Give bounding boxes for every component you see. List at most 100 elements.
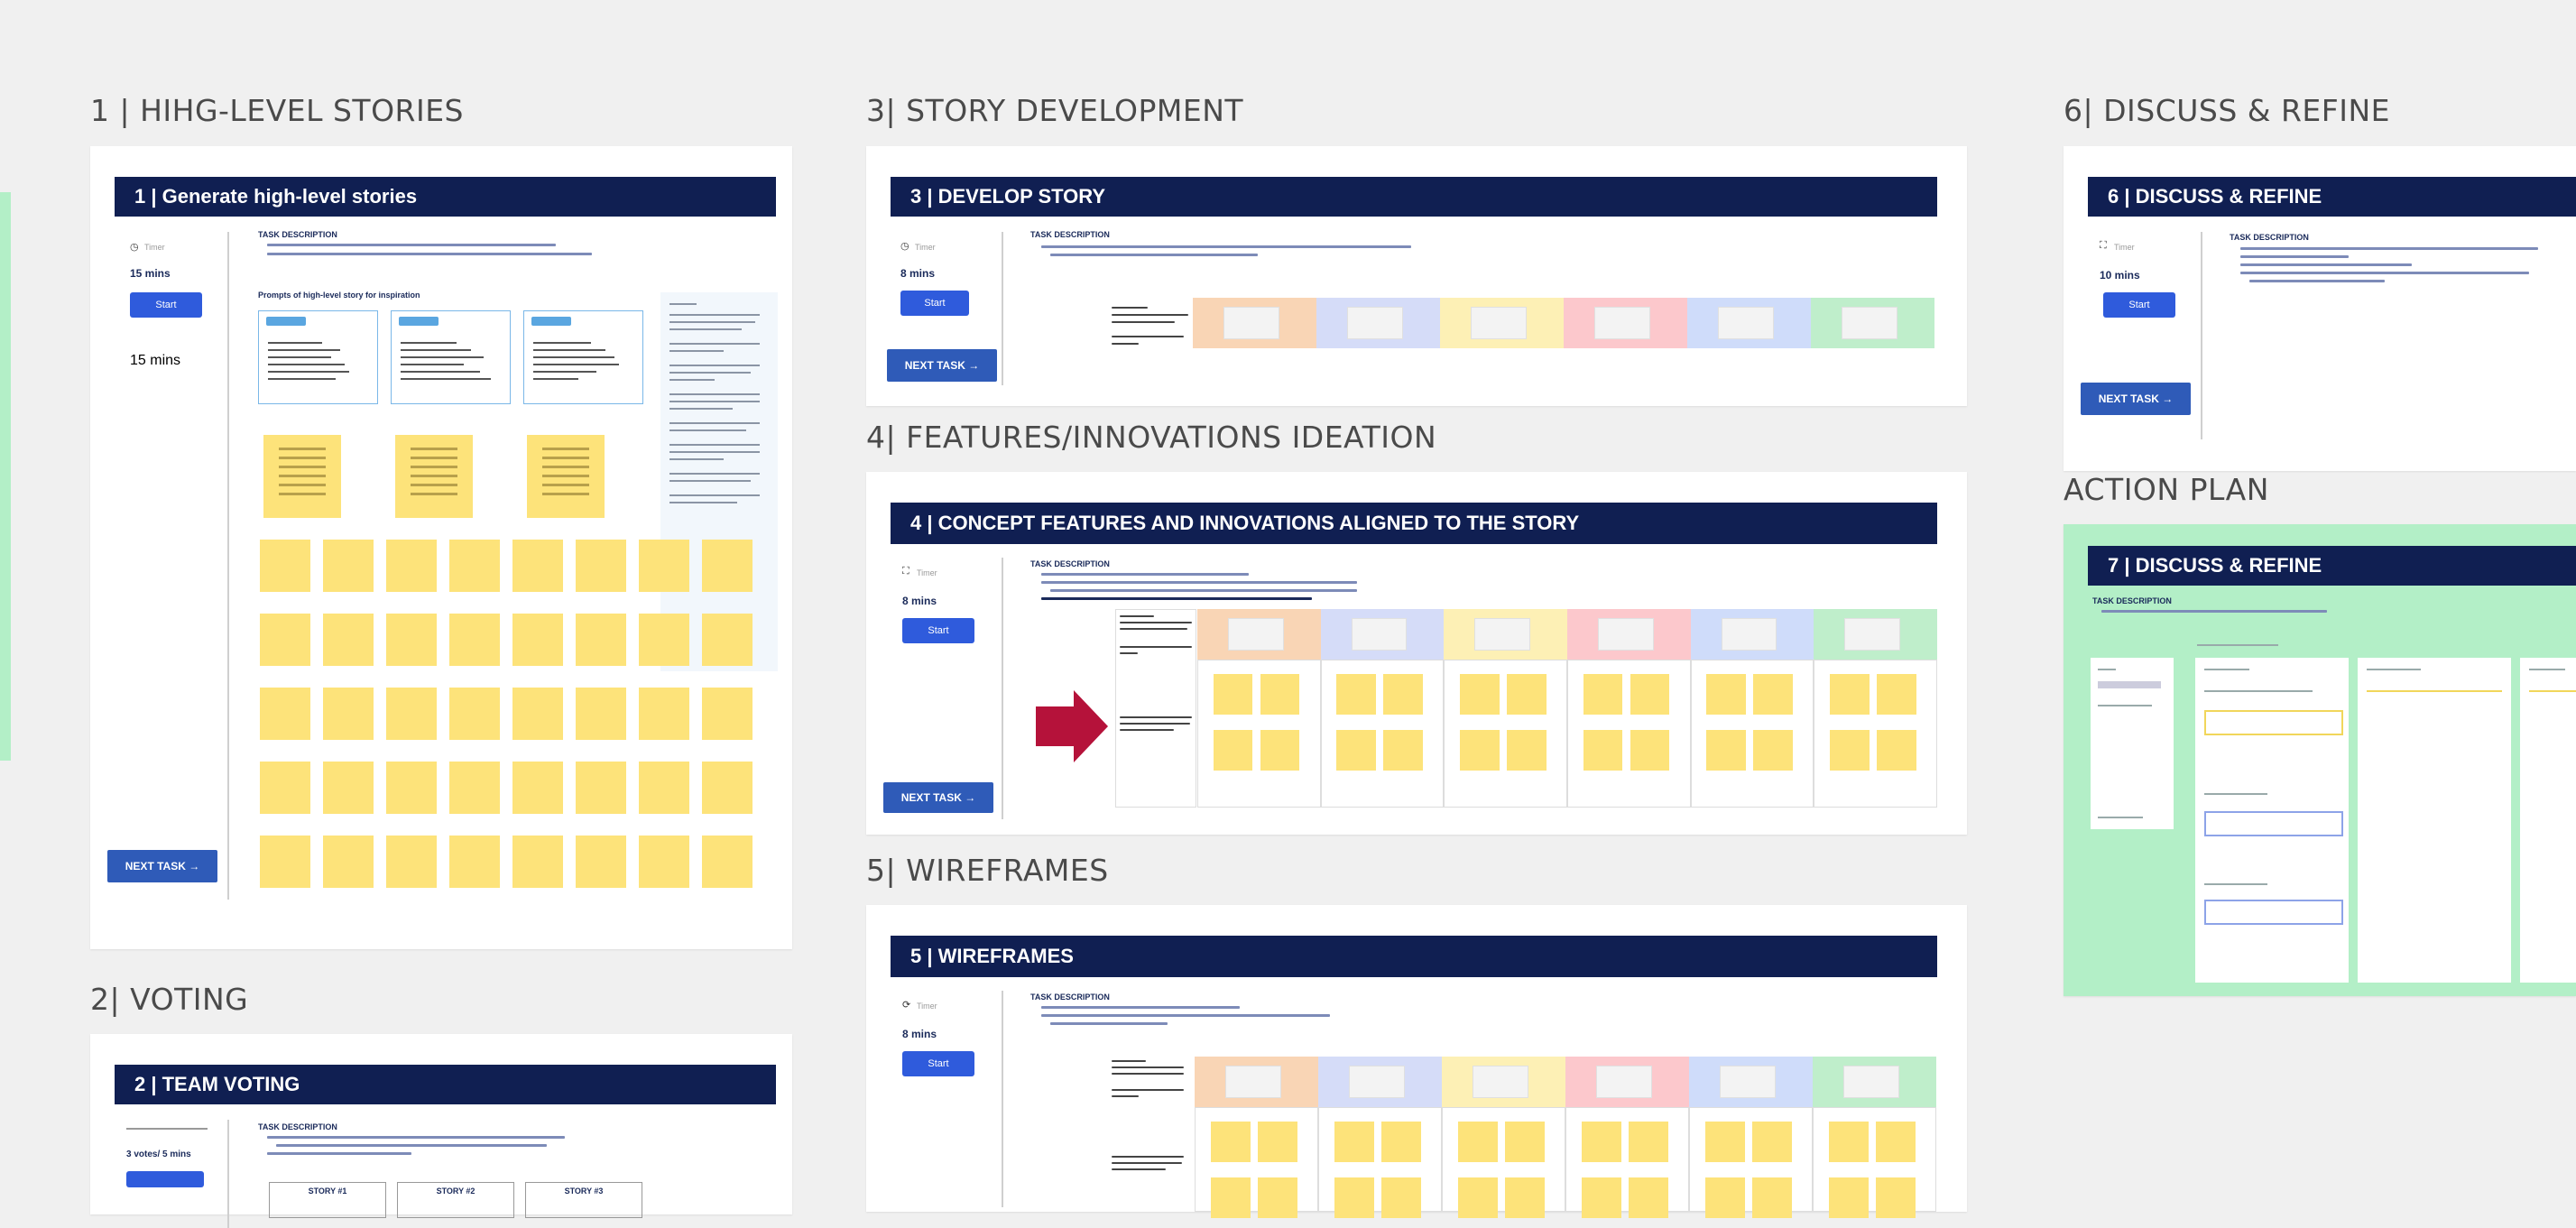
sticky-note[interactable] <box>1504 1122 1545 1162</box>
sticky-note[interactable] <box>1828 1177 1869 1218</box>
frame-develop-story[interactable]: 3 | DEVELOP STORY ◷ Timer 8 mins Start T… <box>866 146 1967 406</box>
sticky-note[interactable] <box>702 614 752 666</box>
sticky-note[interactable] <box>1753 674 1794 715</box>
sticky-note[interactable] <box>1704 1122 1745 1162</box>
next-task-button[interactable]: NEXT TASK → <box>887 349 997 382</box>
sticky-note[interactable] <box>449 836 500 888</box>
start-button[interactable]: Start <box>900 291 969 316</box>
sticky-note[interactable] <box>1877 730 1916 771</box>
sticky-note[interactable] <box>702 540 752 592</box>
sticky-note[interactable] <box>1751 1122 1792 1162</box>
sticky-note[interactable] <box>702 836 752 888</box>
sticky-note[interactable] <box>1581 1122 1621 1162</box>
sticky-note[interactable] <box>1260 674 1300 715</box>
sticky-note[interactable] <box>449 762 500 814</box>
sticky-note[interactable] <box>1875 1177 1916 1218</box>
sticky-note[interactable] <box>1828 1122 1869 1162</box>
sticky-note[interactable] <box>260 614 310 666</box>
sticky-note[interactable] <box>386 762 437 814</box>
sticky-note[interactable] <box>323 688 374 740</box>
frame-wireframes[interactable]: 5 | WIREFRAMES ⟳ Timer 8 mins Start TASK… <box>866 905 1967 1218</box>
sticky-note[interactable] <box>260 540 310 592</box>
sticky-note[interactable] <box>1630 674 1670 715</box>
task-card[interactable] <box>2204 710 2343 735</box>
sticky-note[interactable] <box>576 540 626 592</box>
sticky-note[interactable] <box>512 688 563 740</box>
next-task-button[interactable]: NEXT TASK → <box>883 782 993 813</box>
sticky-note[interactable] <box>1507 674 1547 715</box>
start-button[interactable]: Start <box>130 292 202 318</box>
sticky-note[interactable] <box>386 688 437 740</box>
sticky-note[interactable] <box>702 688 752 740</box>
sticky-note[interactable] <box>1336 730 1377 771</box>
sticky-note[interactable] <box>639 540 689 592</box>
sticky-note[interactable] <box>1210 1177 1251 1218</box>
frame-team-voting[interactable]: 2 | TEAM VOTING 3 votes/ 5 mins TASK DES… <box>90 1034 792 1228</box>
frame-action-plan[interactable]: 7 | DISCUSS & REFINE TASK DESCRIPTION <box>2064 524 2576 996</box>
sticky-note[interactable] <box>1334 1177 1374 1218</box>
sticky-note[interactable] <box>1460 674 1500 715</box>
task-column-todo[interactable] <box>2195 658 2349 983</box>
sticky-note[interactable] <box>260 688 310 740</box>
sticky-note[interactable] <box>1706 674 1747 715</box>
sticky-note[interactable] <box>1583 674 1623 715</box>
sticky-note[interactable] <box>1460 730 1500 771</box>
sticky-note[interactable] <box>449 614 500 666</box>
sticky-note[interactable] <box>512 762 563 814</box>
sticky-note[interactable] <box>386 540 437 592</box>
sticky-note[interactable] <box>1457 1177 1498 1218</box>
sticky-note[interactable] <box>1583 730 1623 771</box>
sticky-note[interactable] <box>1875 1122 1916 1162</box>
sticky-note[interactable] <box>1630 730 1670 771</box>
sticky-note[interactable] <box>576 836 626 888</box>
sticky-note[interactable] <box>1507 730 1547 771</box>
sticky-note[interactable] <box>1213 730 1253 771</box>
voting-start-button[interactable] <box>126 1171 204 1187</box>
task-column-done[interactable] <box>2520 658 2576 983</box>
sticky-note[interactable] <box>1383 674 1424 715</box>
sticky-note[interactable] <box>512 836 563 888</box>
sticky-note[interactable] <box>386 614 437 666</box>
sticky-note[interactable] <box>576 762 626 814</box>
sticky-note[interactable] <box>1380 1122 1421 1162</box>
sticky-note[interactable] <box>1751 1177 1792 1218</box>
sticky-note[interactable] <box>323 614 374 666</box>
sticky-note[interactable] <box>260 836 310 888</box>
frame-high-level-stories[interactable]: 1 | Generate high-level stories ◷ Timer … <box>90 146 792 949</box>
sticky-note[interactable] <box>1210 1122 1251 1162</box>
sticky-note[interactable] <box>702 762 752 814</box>
frame-discuss-refine[interactable]: 6 | DISCUSS & REFINE ⛶ Timer 10 mins Sta… <box>2064 146 2576 471</box>
sticky-note[interactable] <box>449 688 500 740</box>
sticky-note[interactable] <box>639 836 689 888</box>
sticky-note[interactable] <box>323 540 374 592</box>
sticky-note[interactable] <box>1877 674 1916 715</box>
sticky-note[interactable] <box>1380 1177 1421 1218</box>
sticky-note-grid[interactable] <box>260 540 758 891</box>
sticky-note[interactable] <box>1257 1177 1297 1218</box>
frame-concept-features[interactable]: 4 | CONCEPT FEATURES AND INNOVATIONS ALI… <box>866 472 1967 835</box>
start-button[interactable]: Start <box>902 618 974 643</box>
sticky-note[interactable] <box>1628 1177 1668 1218</box>
sticky-note[interactable] <box>1336 674 1377 715</box>
sticky-note[interactable] <box>512 614 563 666</box>
sticky-note[interactable] <box>1753 730 1794 771</box>
sticky-note[interactable] <box>1213 674 1253 715</box>
sticky-note[interactable] <box>1383 730 1424 771</box>
task-column-progress[interactable] <box>2358 658 2511 983</box>
next-task-button[interactable]: NEXT TASK → <box>2081 383 2191 415</box>
sticky-note[interactable] <box>260 762 310 814</box>
sticky-note[interactable] <box>1706 730 1747 771</box>
sticky-note[interactable] <box>639 614 689 666</box>
next-task-button[interactable]: NEXT TASK → <box>107 850 217 882</box>
timer-widget[interactable]: ◷ Timer 15 mins <box>126 232 226 368</box>
sticky-note[interactable] <box>512 540 563 592</box>
sticky-note[interactable] <box>639 762 689 814</box>
sticky-note[interactable] <box>576 614 626 666</box>
sticky-note[interactable] <box>1334 1122 1374 1162</box>
sticky-note[interactable] <box>323 762 374 814</box>
sticky-note[interactable] <box>1830 674 1870 715</box>
sticky-note[interactable] <box>323 836 374 888</box>
sticky-note[interactable] <box>1257 1122 1297 1162</box>
sticky-note[interactable] <box>386 836 437 888</box>
start-button[interactable]: Start <box>2103 292 2175 318</box>
